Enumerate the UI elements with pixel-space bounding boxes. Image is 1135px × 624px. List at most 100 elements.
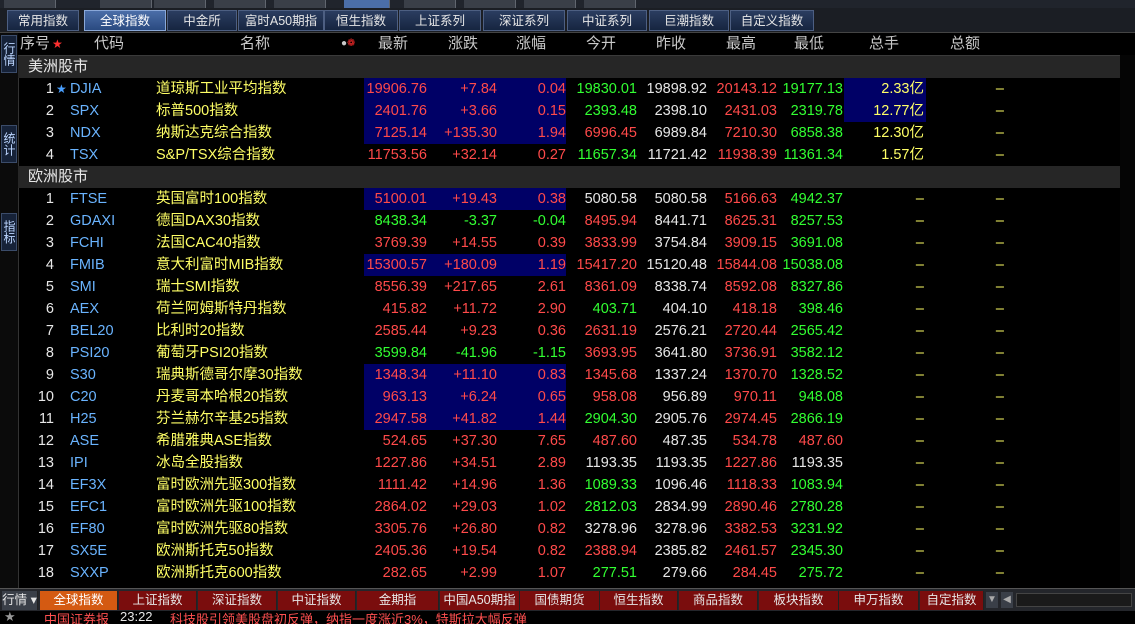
table-row[interactable]: 2 GDAXI 德国DAX30指数 8438.34 -3.37 -0.04 8495.94 8… [18, 210, 1120, 232]
filter-dots-icon[interactable]: ●❁ [341, 38, 355, 49]
bottom-tab[interactable]: 商品指数 [679, 591, 758, 610]
table-row[interactable]: 4 FMIB 意大利富时MIB指数 15300.57 +180.09 1.19 15417.… [18, 254, 1120, 276]
row-name: 富时欧洲先驱100指数 [156, 499, 297, 515]
row-high: 3382.53 [724, 521, 777, 537]
table-row[interactable]: 15 EFC1 富时欧洲先驱100指数 2864.02 +29.03 1.02 2812.0… [18, 496, 1120, 518]
category-tab[interactable]: 中证系列 [567, 10, 647, 31]
row-open: 3693.95 [584, 345, 637, 361]
table-row[interactable]: 6 AEX 荷兰阿姆斯特丹指数 415.82 +11.72 2.90 403.71 404.1… [18, 298, 1120, 320]
more-tabs-arrow-icon[interactable]: ▼ [986, 592, 998, 608]
row-change: +26.80 [452, 521, 497, 537]
table-row[interactable]: 9 S30 瑞典斯德哥尔摩30指数 1348.34 +11.10 0.83 1345.68 1… [18, 364, 1120, 386]
top-strip-tab[interactable] [154, 0, 206, 8]
table-row[interactable]: 3 NDX 纳斯达克综合指数 7125.14 +135.30 1.94 6996.45 698… [18, 122, 1120, 144]
category-tab[interactable]: 深证系列 [483, 10, 565, 31]
row-code: FCHI [70, 235, 104, 251]
header-code[interactable]: 代码 [94, 33, 124, 55]
bottom-menu-button[interactable]: 行情 ▾ [2, 591, 38, 610]
bottom-tab[interactable]: 全球指数 [40, 591, 118, 610]
favorite-star-icon [56, 232, 68, 254]
table-row[interactable]: 3 FCHI 法国CAC40指数 3769.39 +14.55 0.39 3833.99 37… [18, 232, 1120, 254]
table-row[interactable]: 7 BEL20 比利时20指数 2585.44 +9.23 0.36 2631.19 2576… [18, 320, 1120, 342]
table-row[interactable]: 8 PSI20 葡萄牙PSI20指数 3599.84 -41.96 -1.15 3693.9… [18, 342, 1120, 364]
row-open: 403.71 [592, 301, 637, 317]
header-high[interactable]: 最高 [726, 33, 756, 55]
table-row[interactable]: 13 IPI 冰岛全股指数 1227.86 +34.51 2.89 1193.35 1193.… [18, 452, 1120, 474]
row-change: -41.96 [455, 345, 497, 361]
top-strip-tab[interactable] [464, 0, 516, 8]
header-open[interactable]: 今开 [586, 33, 616, 55]
header-change[interactable]: 涨跌 [448, 33, 478, 55]
row-name: 欧洲斯托克600指数 [156, 565, 282, 581]
table-row[interactable]: 11 H25 芬兰赫尔辛基25指数 2947.58 +41.82 1.44 2904.30 2… [18, 408, 1120, 430]
category-tab[interactable]: 自定义指数 [730, 10, 814, 31]
table-row[interactable]: 14 EF3X 富时欧洲先驱300指数 1111.42 +14.96 1.36 1089.3… [18, 474, 1120, 496]
row-volume: – [915, 477, 924, 493]
top-strip-tab[interactable] [100, 0, 152, 8]
row-name: 德国DAX30指数 [156, 213, 260, 229]
bottom-tab[interactable]: 深证指数 [198, 591, 277, 610]
bottom-tab[interactable]: 国债期货 [520, 591, 600, 610]
category-tab[interactable]: 全球指数 [84, 10, 166, 31]
top-strip-tab[interactable] [404, 0, 456, 8]
row-seq: 3 [45, 235, 54, 251]
favorite-star-icon [56, 386, 68, 408]
table-row[interactable]: 12 ASE 希腊雅典ASE指数 524.65 +37.30 7.65 487.60 487.… [18, 430, 1120, 452]
top-strip-tab[interactable] [344, 0, 390, 8]
row-change: +37.30 [452, 433, 497, 449]
bottom-tab[interactable]: 金期指 [357, 591, 439, 610]
row-prev: 6989.84 [654, 125, 707, 141]
vertical-scroll-area[interactable] [1120, 55, 1135, 588]
bottom-tab[interactable]: 上证指数 [119, 591, 197, 610]
category-tab[interactable]: 常用指数 [7, 10, 79, 31]
category-tab[interactable]: 恒生指数 [324, 10, 398, 31]
top-strip-tab[interactable] [214, 0, 266, 8]
top-strip [0, 0, 1135, 8]
row-code: S30 [70, 367, 96, 383]
top-strip-tab[interactable] [274, 0, 326, 8]
table-row[interactable]: 18 SXXP 欧洲斯托克600指数 282.65 +2.99 1.07 277.51 279… [18, 562, 1120, 584]
row-open: 487.60 [592, 433, 637, 449]
category-tab[interactable]: 巨潮指数 [649, 10, 729, 31]
top-strip-tab[interactable] [524, 0, 576, 8]
scroll-left-arrow-icon[interactable]: ◀ [1001, 592, 1013, 608]
row-code: PSI20 [70, 345, 110, 361]
bottom-tab[interactable]: 恒生指数 [600, 591, 678, 610]
row-volume: 12.30亿 [873, 125, 924, 141]
row-pct: 0.27 [537, 147, 566, 163]
header-name[interactable]: 名称 [240, 33, 270, 55]
header-pct[interactable]: 涨幅 [516, 33, 546, 55]
table-row[interactable]: 1 ★ DJIA 道琼斯工业平均指数 19906.76 +7.84 0.04 19830.01… [18, 78, 1120, 100]
table-row[interactable]: 10 C20 丹麦哥本哈根20指数 963.13 +6.24 0.65 958.08 956.… [18, 386, 1120, 408]
row-open: 1193.35 [585, 455, 637, 471]
bottom-tab[interactable]: 中国A50期指 [440, 591, 520, 610]
category-tab[interactable]: 上证系列 [399, 10, 481, 31]
header-amount[interactable]: 总额 [950, 33, 980, 55]
table-row[interactable]: 2 SPX 标普500指数 2401.76 +3.66 0.15 2393.48 2398.1… [18, 100, 1120, 122]
horizontal-scrollbar[interactable] [1016, 593, 1132, 607]
table-row[interactable]: 17 SX5E 欧洲斯托克50指数 2405.36 +19.54 0.82 2388.94 2… [18, 540, 1120, 562]
row-seq: 11 [38, 411, 54, 427]
top-strip-tab[interactable] [584, 0, 636, 8]
header-low[interactable]: 最低 [794, 33, 824, 55]
sidebar-tab-indicator[interactable]: 指标 [1, 213, 17, 251]
header-prev[interactable]: 昨收 [656, 33, 686, 55]
table-row[interactable]: 1 FTSE 英国富时100指数 5100.01 +19.43 0.38 5080.58 50… [18, 188, 1120, 210]
table-row[interactable]: 16 EF80 富时欧洲先驱80指数 3305.76 +26.80 0.82 3278.96… [18, 518, 1120, 540]
sidebar-tab-quote[interactable]: 行情 [1, 35, 17, 73]
bottom-tab[interactable]: 申万指数 [839, 591, 919, 610]
category-tab[interactable]: 富时A50期指 [238, 10, 324, 31]
top-strip-tab[interactable] [4, 0, 56, 8]
bottom-tab[interactable]: 自定指数 [920, 591, 984, 610]
header-seq[interactable]: 序号 ★ [20, 33, 63, 55]
category-tab[interactable]: 中金所 [167, 10, 237, 31]
sidebar-tab-stats[interactable]: 统计 [1, 125, 17, 163]
news-ticker[interactable]: ★ 中国证券报 23:22 科技股引领美股盘初反弹，纳指一度涨近3%，特斯拉大幅… [0, 611, 1135, 624]
bottom-tab[interactable]: 板块指数 [759, 591, 839, 610]
header-last[interactable]: 最新 [378, 33, 408, 55]
row-name: 富时欧洲先驱300指数 [156, 477, 297, 493]
bottom-tab[interactable]: 中证指数 [278, 591, 356, 610]
table-row[interactable]: 5 SMI 瑞士SMI指数 8556.39 +217.65 2.61 8361.09 8338… [18, 276, 1120, 298]
header-volume[interactable]: 总手 [869, 33, 899, 55]
table-row[interactable]: 4 TSX S&P/TSX综合指数 11753.56 +32.14 0.27 11657.3… [18, 144, 1120, 166]
